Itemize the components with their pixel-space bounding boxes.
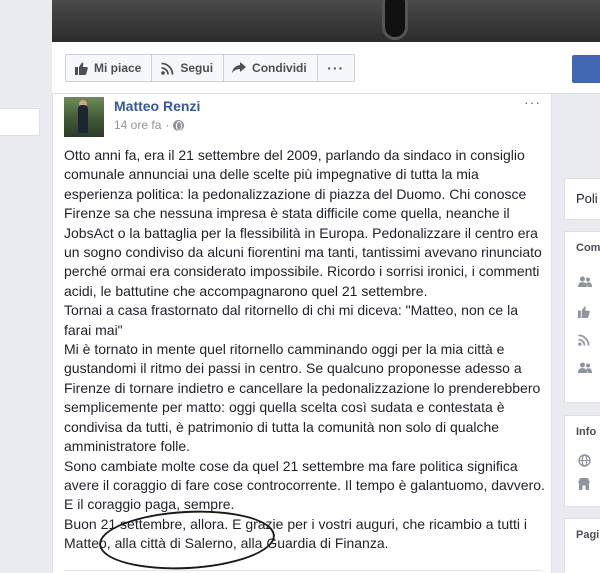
- sidebar-info-heading: Info: [576, 426, 597, 438]
- follow-page-label: Segui: [180, 61, 214, 75]
- cover-photo-wheel: [382, 0, 408, 40]
- share-page-label: Condividi: [252, 61, 307, 75]
- author-avatar[interactable]: [64, 97, 104, 137]
- sidebar-card-political-title: Poli: [576, 191, 598, 206]
- post-timestamp[interactable]: 14 ore fa: [114, 118, 161, 132]
- post-divider: [64, 570, 542, 571]
- post-card: Matteo Renzi 14 ore fa · ··· Otto anni f…: [52, 94, 552, 573]
- page-action-bar: Mi piace Segui Condividi ···: [52, 42, 600, 94]
- more-options-button[interactable]: ···: [316, 54, 355, 82]
- post-meta: 14 ore fa ·: [114, 118, 185, 132]
- sidebar-community-heading: Com: [576, 242, 600, 254]
- left-column: [0, 0, 52, 573]
- public-globe-icon: [173, 119, 185, 131]
- left-sidebar-card: [0, 108, 40, 136]
- like-page-button[interactable]: Mi piace: [65, 54, 153, 82]
- page-action-buttons: Mi piace Segui Condividi ···: [65, 54, 355, 82]
- follow-page-button[interactable]: Segui: [151, 54, 225, 82]
- post-author-name[interactable]: Matteo Renzi: [114, 98, 200, 114]
- post-body-text: Otto anni fa, era il 21 settembre del 20…: [64, 147, 545, 552]
- more-options-label: ···: [327, 60, 345, 76]
- sidebar-card-community: Com: [564, 231, 600, 403]
- avatar-figure-body: [78, 105, 88, 133]
- globe-icon: [578, 454, 592, 467]
- sidebar-pages-heading: Pagi: [576, 529, 600, 541]
- primary-page-button[interactable]: [572, 55, 600, 83]
- cover-photo-background: [52, 0, 600, 42]
- thumbs-up-icon: [578, 306, 592, 318]
- shop-icon: [578, 478, 592, 490]
- people-icon: [578, 362, 592, 374]
- share-page-button[interactable]: Condividi: [223, 54, 318, 82]
- thumbs-up-icon: [74, 61, 88, 75]
- sidebar-card-info: Info: [564, 415, 600, 507]
- rss-feed-icon: [578, 334, 592, 346]
- like-page-label: Mi piace: [94, 61, 142, 75]
- sidebar-card-pages: Pagi: [564, 518, 600, 573]
- post-options-menu-button[interactable]: ···: [524, 94, 541, 110]
- people-icon: [578, 276, 592, 288]
- rss-feed-icon: [160, 61, 174, 75]
- sidebar-card-political[interactable]: Poli: [564, 178, 600, 220]
- share-arrow-icon: [232, 61, 247, 75]
- meta-separator: ·: [165, 118, 170, 132]
- cover-photo: [52, 0, 600, 42]
